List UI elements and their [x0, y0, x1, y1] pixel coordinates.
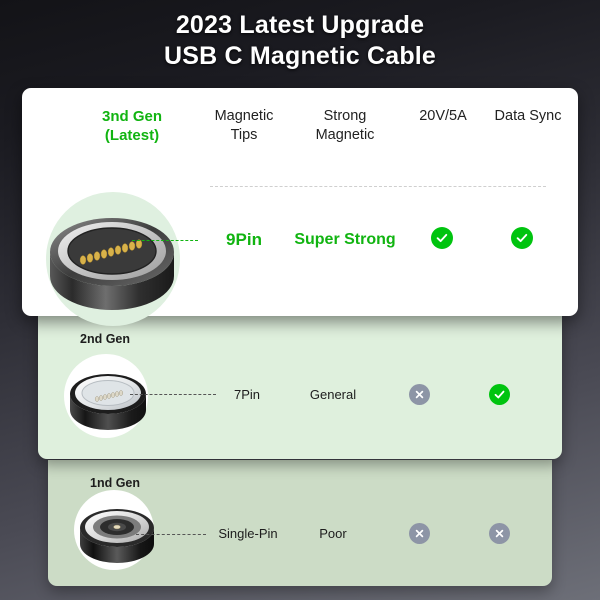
- title-line-2: USB C Magnetic Cable: [163, 42, 437, 70]
- status-badge-data-sync-gen1: [489, 523, 510, 544]
- column-header-strong-magnetic: Strong Magnetic: [290, 107, 400, 145]
- column-header-generation-line1: 3nd Gen: [101, 108, 162, 125]
- check-circle-icon: [516, 233, 528, 243]
- magnetic-connector-7pin-icon: [70, 374, 146, 430]
- column-header-magnetic-tips-line2: Tips: [230, 127, 258, 143]
- status-badge-voltage-gen1: [409, 523, 430, 544]
- cross-circle-icon: [495, 529, 504, 538]
- page-title: 2023 Latest Upgrade USB C Magnetic Cable: [0, 10, 600, 72]
- magnetic-connector-9pin-icon: [50, 218, 174, 310]
- leader-line-gen1: [136, 534, 206, 535]
- column-header-generation-line2: (Latest): [104, 127, 160, 144]
- status-badge-voltage-gen3: [431, 227, 453, 249]
- status-badge-voltage-gen2: [409, 384, 430, 405]
- cell-magnet-strength-gen1: Poor: [319, 526, 347, 541]
- column-header-voltage: 20V/5A: [419, 108, 467, 124]
- check-circle-icon: [436, 233, 448, 243]
- cross-circle-icon: [415, 390, 424, 399]
- check-circle-icon: [494, 390, 505, 399]
- comparison-card-gen1: 1nd Gen Single-Pin Poor: [48, 460, 552, 586]
- header-divider: [210, 186, 546, 187]
- cell-magnet-strength-gen3: Super Strong: [294, 231, 396, 248]
- title-line-1: 2023 Latest Upgrade: [175, 11, 425, 39]
- cell-pins-gen2: 7Pin: [233, 387, 261, 402]
- column-header-magnetic-tips-line1: Magnetic: [214, 108, 274, 124]
- status-badge-data-sync-gen3: [511, 227, 533, 249]
- column-header-magnetic-tips: Magnetic Tips: [188, 107, 300, 145]
- column-header-generation: 3nd Gen (Latest): [64, 107, 200, 145]
- row-label-gen1: 1nd Gen: [90, 476, 141, 490]
- cross-circle-icon: [415, 529, 424, 538]
- row-label-gen2: 2nd Gen: [80, 332, 131, 346]
- column-header-strong-magnetic-line2: Magnetic: [315, 127, 375, 143]
- comparison-card-gen3: 3nd Gen (Latest) Magnetic Tips Strong Ma…: [22, 88, 578, 326]
- leader-line-gen3: [132, 240, 198, 241]
- status-badge-data-sync-gen2: [489, 384, 510, 405]
- column-header-data-sync: Data Sync: [494, 108, 562, 124]
- column-header-strong-magnetic-line1: Strong: [323, 108, 367, 124]
- magnetic-connector-single-pin-icon: [80, 509, 154, 563]
- comparison-card-gen2: 2nd Gen 7Pin General: [38, 316, 562, 459]
- leader-line-gen2: [130, 394, 216, 395]
- cell-magnet-strength-gen2: General: [309, 387, 357, 402]
